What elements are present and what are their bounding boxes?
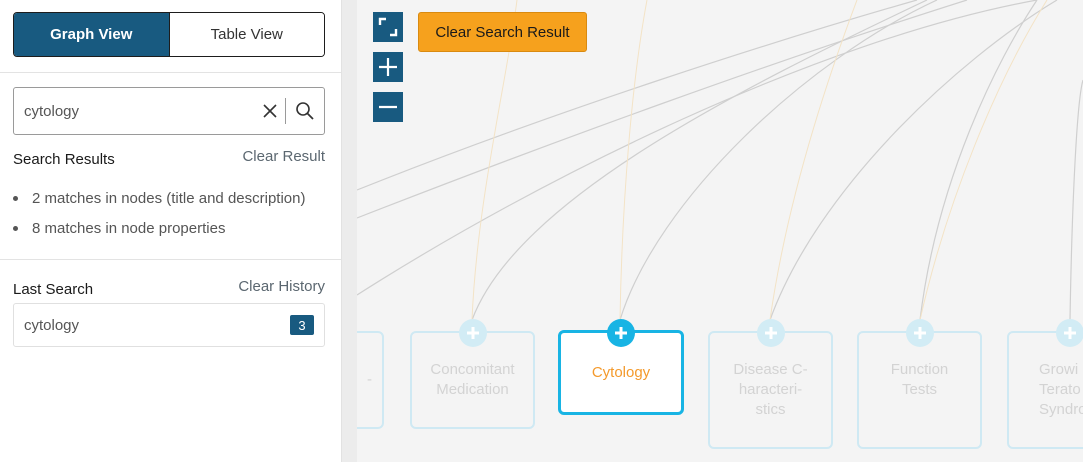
fit-view-button[interactable] (373, 12, 403, 42)
node-label: Disease C- haracteri- stics (733, 361, 808, 418)
expand-node-icon[interactable] (607, 319, 635, 347)
clear-history-link[interactable]: Clear History (238, 278, 325, 295)
divider (0, 72, 341, 73)
search-results-title: Search Results (13, 151, 115, 168)
plus-icon (379, 58, 397, 76)
node-label: Cytology (591, 363, 651, 381)
bullet-icon (13, 225, 18, 231)
bullet-icon (13, 195, 18, 201)
result-text: 8 matches in node properties (32, 219, 226, 237)
graph-node[interactable]: Disease C- haracteri- stics (708, 319, 833, 449)
node-label: Concomitant Medication (430, 361, 515, 398)
expand-node-icon[interactable] (905, 319, 934, 347)
zoom-out-button[interactable] (373, 92, 403, 122)
expand-node-icon[interactable] (458, 319, 487, 347)
minus-icon (379, 105, 397, 109)
view-toggle: Graph View Table View (13, 12, 325, 57)
search-input[interactable] (14, 88, 255, 134)
divider (0, 259, 341, 260)
expand-icon (378, 17, 398, 37)
node-label: - (367, 371, 372, 388)
graph-canvas[interactable]: Clear Search Result - Concomitant Medica… (357, 0, 1083, 462)
search-icon[interactable] (286, 88, 324, 134)
clear-search-icon[interactable] (255, 88, 285, 134)
clear-search-result-button[interactable]: Clear Search Result (418, 12, 587, 52)
tab-table-view[interactable]: Table View (168, 13, 324, 56)
sidebar: Graph View Table View Search Results Cle… (0, 0, 341, 462)
node-label: Growi Terato Syndro (1039, 361, 1083, 418)
zoom-in-button[interactable] (373, 52, 403, 82)
expand-node-icon[interactable] (1055, 319, 1083, 347)
search-results-list: 2 matches in nodes (title and descriptio… (13, 183, 305, 243)
clear-result-link[interactable]: Clear Result (242, 148, 325, 165)
list-item[interactable]: 8 matches in node properties (13, 213, 305, 243)
history-term: cytology (24, 316, 80, 334)
history-count-badge: 3 (290, 315, 314, 335)
last-search-title: Last Search (13, 281, 94, 298)
history-item[interactable]: cytology 3 (13, 303, 325, 347)
graph-node-active[interactable]: Cytology (558, 319, 684, 415)
sidebar-resize-handle[interactable] (341, 0, 357, 462)
expand-node-icon[interactable] (756, 319, 785, 347)
graph-node[interactable]: Growi Terato Syndro (1007, 319, 1083, 449)
graph-node[interactable]: Concomitant Medication (410, 319, 535, 429)
list-item[interactable]: 2 matches in nodes (title and descriptio… (13, 183, 305, 213)
node-label: Function Tests (890, 361, 949, 398)
graph-node[interactable]: Function Tests (857, 319, 982, 449)
graph-node[interactable]: - (357, 331, 384, 429)
tab-graph-view[interactable]: Graph View (14, 13, 169, 56)
search-box (13, 87, 325, 135)
result-text: 2 matches in nodes (title and descriptio… (32, 189, 306, 207)
